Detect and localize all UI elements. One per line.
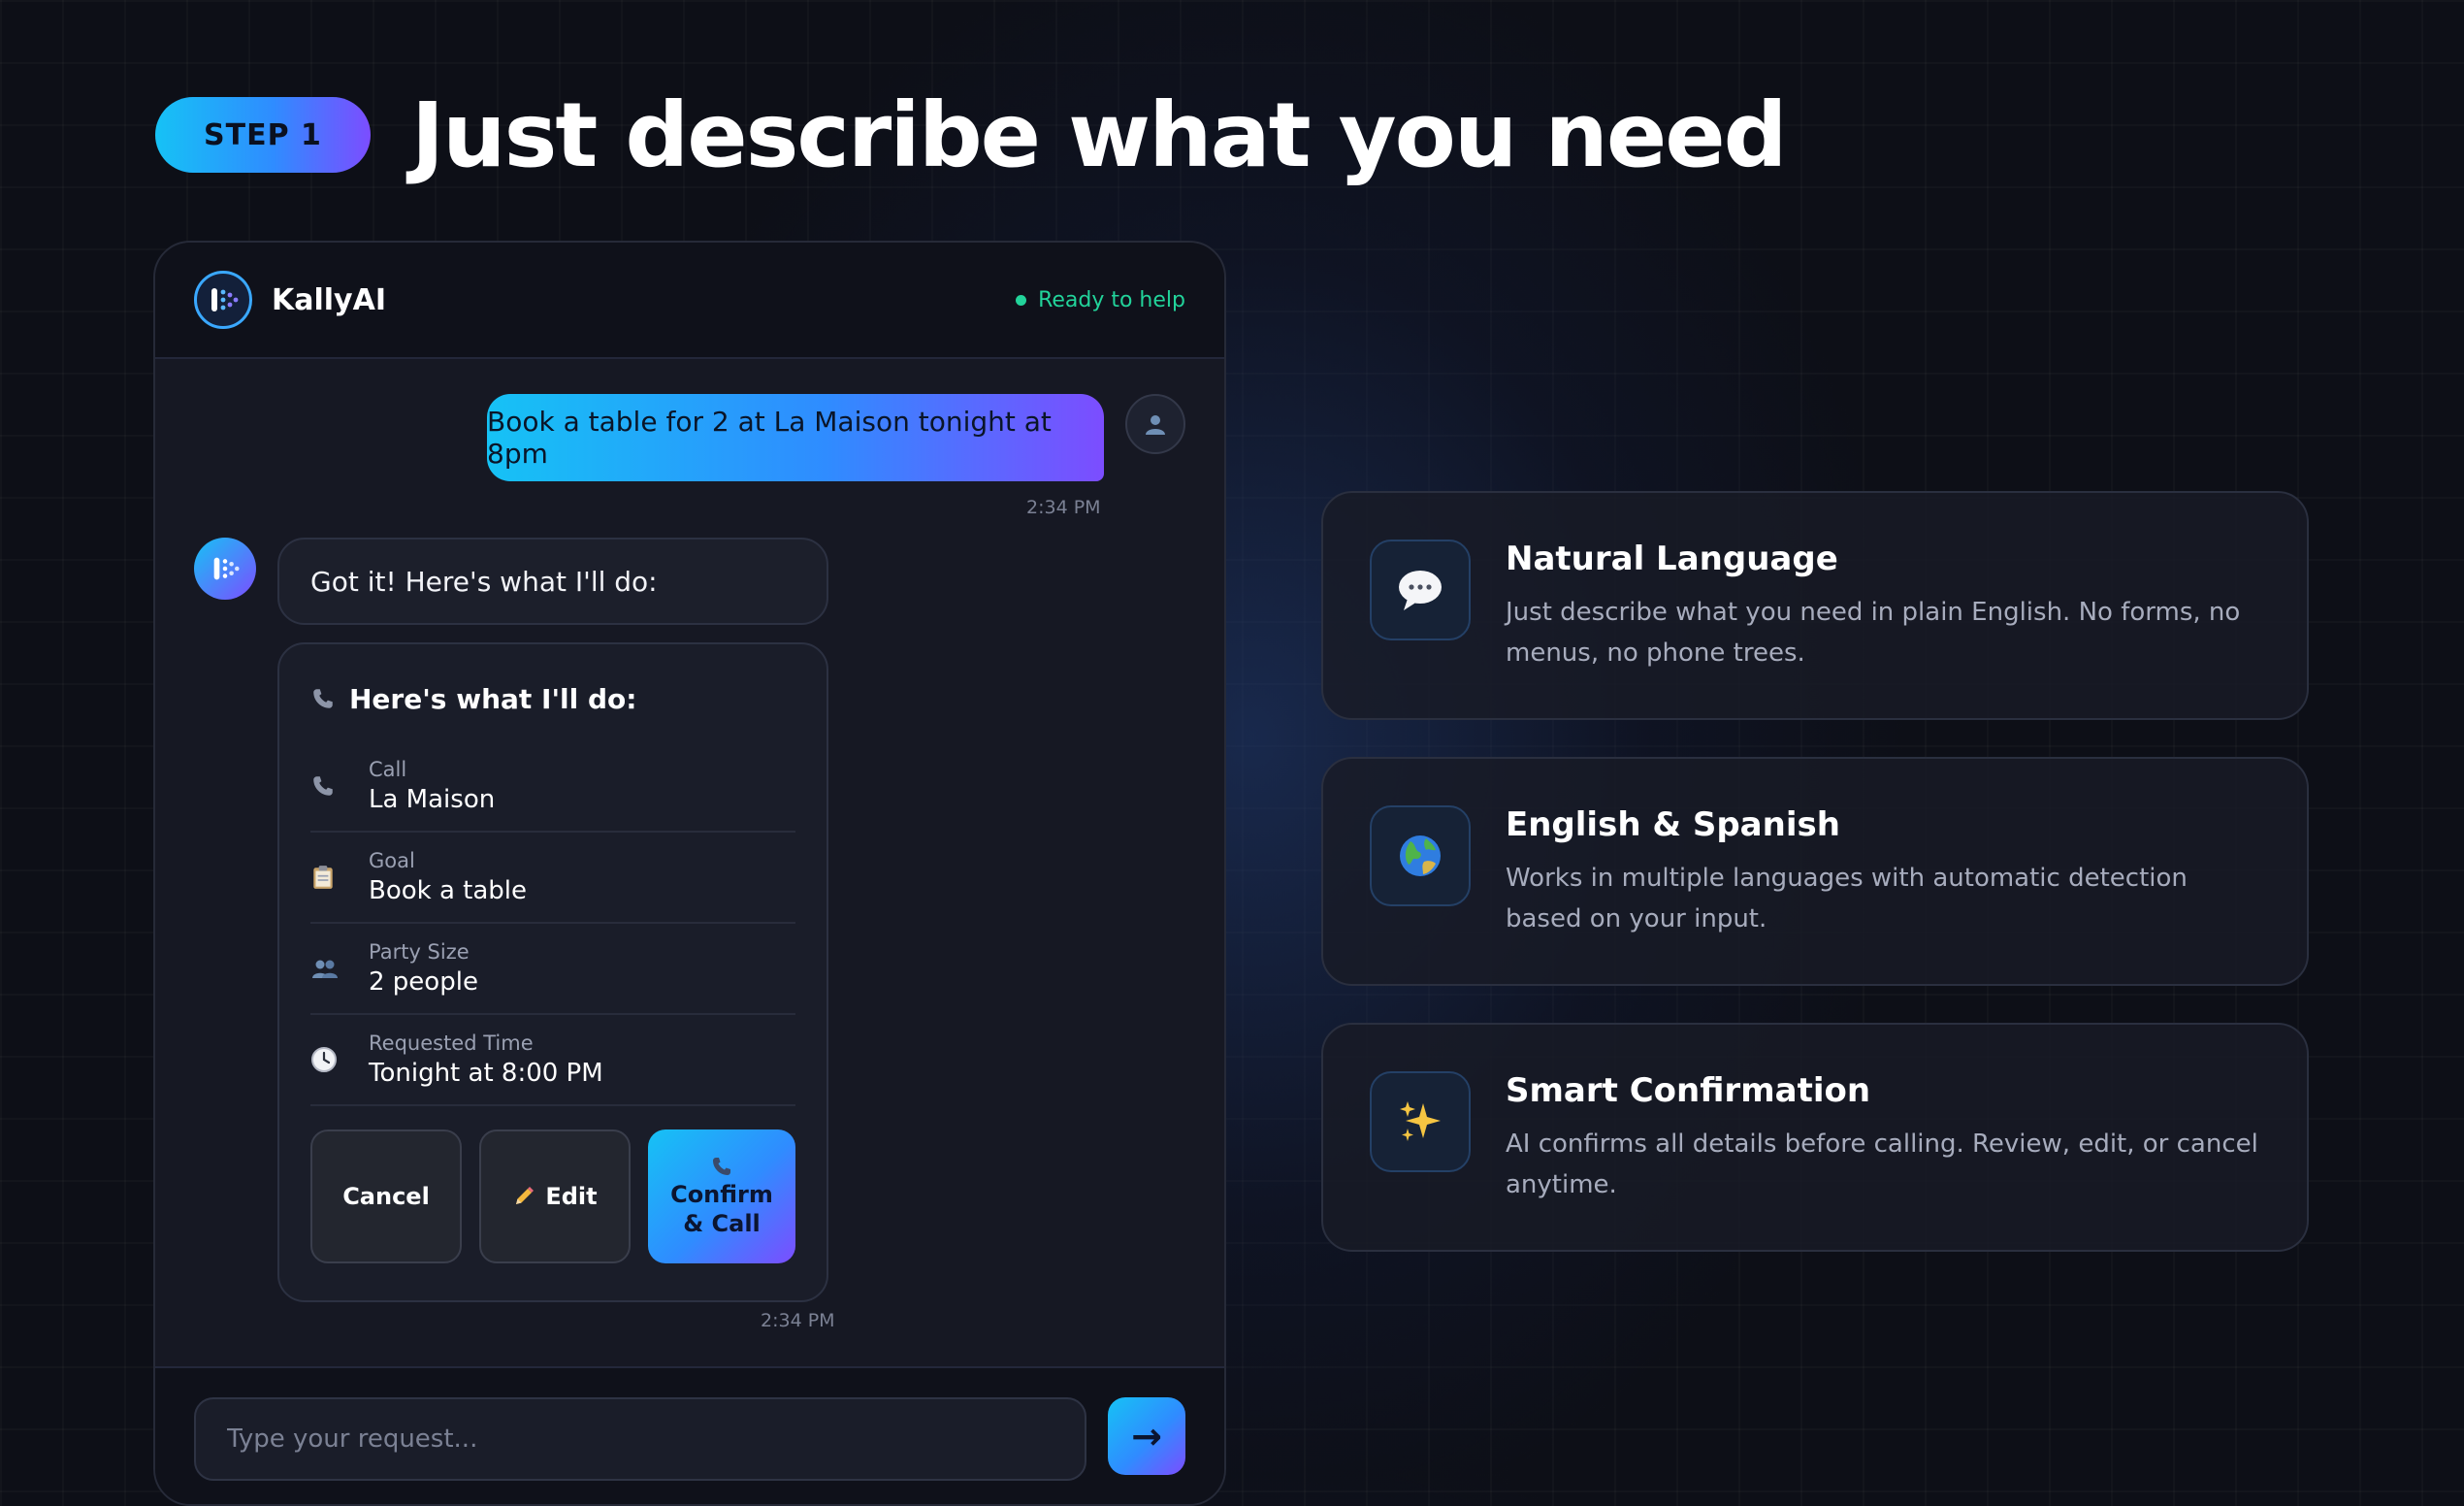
user-message-timestamp: 2:34 PM (1026, 497, 1101, 518)
status-dot-icon (1016, 294, 1027, 306)
confirm-button-label: Confirm & Call (670, 1181, 773, 1237)
plan-row-party-size: Party Size 2 people (310, 924, 795, 1015)
plan-row-value: Book a table (369, 876, 528, 905)
bot-message-text: Got it! Here's what I'll do: (310, 565, 658, 598)
plan-row-goal: Goal Book a table (310, 833, 795, 924)
feature-description: Just describe what you need in plain Eng… (1506, 598, 2241, 668)
feature-card-natural-language: Natural Language Just describe what you … (1321, 491, 2309, 720)
speech-bubble-icon (1370, 540, 1471, 640)
globe-icon (1370, 805, 1471, 906)
feature-title: Smart Confirmation (1506, 1071, 1871, 1110)
user-message-bubble: Book a table for 2 at La Maison tonight … (487, 394, 1104, 481)
page-title: Just describe what you need (410, 82, 1788, 187)
edit-button[interactable]: Edit (479, 1130, 631, 1263)
chat-window: KallyAI Ready to help Book a table for 2… (153, 241, 1226, 1506)
confirm-and-call-button[interactable]: Confirm & Call (648, 1130, 795, 1263)
feature-title: English & Spanish (1506, 805, 1840, 844)
bot-message-timestamp: 2:34 PM (761, 1310, 835, 1331)
plan-actions: Cancel Edit Confirm & Call (310, 1130, 795, 1263)
phone-icon (310, 686, 336, 711)
clipboard-icon (310, 864, 369, 891)
feature-description: Works in multiple languages with automat… (1506, 864, 2188, 933)
app-name: KallyAI (272, 282, 386, 317)
plan-row-label: Requested Time (369, 1031, 534, 1055)
sparkles-icon (1370, 1071, 1471, 1172)
cancel-button-label: Cancel (342, 1183, 430, 1210)
feature-title: Natural Language (1506, 540, 1838, 578)
people-icon (310, 957, 369, 980)
chat-header: KallyAI Ready to help (155, 243, 1224, 359)
request-input[interactable] (194, 1397, 1086, 1481)
plan-row-label: Goal (369, 849, 415, 872)
plan-row-value: La Maison (369, 785, 496, 814)
phone-icon (310, 773, 369, 799)
plan-title-text: Here's what I'll do: (349, 682, 637, 715)
user-avatar-icon (1125, 394, 1185, 454)
feature-card-smart-confirmation: Smart Confirmation AI confirms all detai… (1321, 1023, 2309, 1252)
feature-card-english-spanish: English & Spanish Works in multiple lang… (1321, 757, 2309, 986)
plan-row-label: Party Size (369, 940, 470, 964)
phone-icon (710, 1155, 733, 1178)
plan-row-requested-time: Requested Time Tonight at 8:00 PM (310, 1015, 795, 1106)
message-composer: → (155, 1366, 1224, 1504)
kallyai-logo-icon (194, 271, 252, 329)
arrow-right-icon: → (1131, 1415, 1162, 1457)
feature-description: AI confirms all details before calling. … (1506, 1130, 2258, 1199)
plan-row-label: Call (369, 758, 407, 781)
send-button[interactable]: → (1108, 1397, 1185, 1475)
step-badge: STEP 1 (155, 97, 371, 173)
edit-button-label: Edit (545, 1183, 598, 1210)
status-indicator: Ready to help (1016, 288, 1185, 312)
bot-avatar-icon (194, 538, 256, 600)
status-text: Ready to help (1038, 287, 1185, 312)
plan-row-value: 2 people (369, 967, 478, 997)
plan-title: Here's what I'll do: (310, 679, 795, 718)
page-header: STEP 1 Just describe what you need (155, 83, 1788, 187)
plan-details: Call La Maison Goal Book a table Party S… (310, 741, 795, 1106)
action-plan-card: Here's what I'll do: Call La Maison Goal… (277, 642, 828, 1302)
plan-row-value: Tonight at 8:00 PM (369, 1059, 603, 1088)
cancel-button[interactable]: Cancel (310, 1130, 462, 1263)
plan-row-call: Call La Maison (310, 741, 795, 833)
clock-icon (310, 1046, 369, 1073)
bot-message-bubble: Got it! Here's what I'll do: (277, 538, 828, 625)
pencil-icon (512, 1185, 535, 1208)
